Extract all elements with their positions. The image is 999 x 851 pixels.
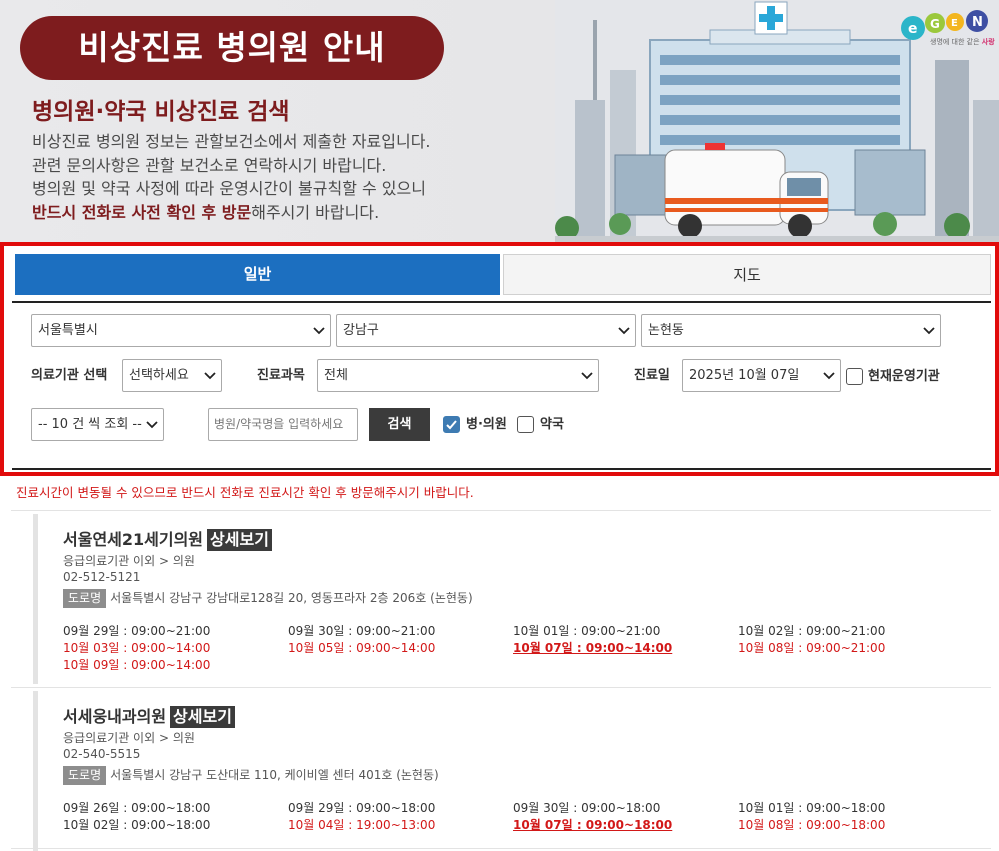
banner: 비상진료 병의원 안내 병의원·약국 비상진료 검색 비상진료 병의원 정보는 …: [0, 0, 999, 242]
detail-button[interactable]: 상세보기: [170, 706, 235, 728]
check-icon: [446, 420, 457, 430]
pharmacy-checkbox-label: 약국: [540, 417, 564, 432]
result-phone: 02-512-5121: [63, 570, 141, 584]
sigungu-select-value: 강남구: [343, 323, 379, 338]
pharmacy-checkbox[interactable]: [517, 416, 534, 433]
result-name: 서세웅내과의원 상세보기: [63, 703, 235, 728]
banner-desc-rest: 해주시기 바랍니다.: [251, 202, 380, 222]
banner-description: 비상진료 병의원 정보는 관할보건소에서 제출한 자료입니다. 관련 문의사항은…: [32, 130, 431, 224]
schedule-entry: 10월 02일 : 09:00~18:00: [63, 818, 211, 832]
schedule-entry: 10월 05일 : 09:00~14:00: [288, 641, 436, 655]
hospital-checkbox[interactable]: [443, 416, 460, 433]
chevron-down-icon: [923, 315, 935, 347]
department-select-value: 전체: [324, 368, 348, 383]
schedule-entry: 09월 30일 : 09:00~21:00: [288, 624, 436, 638]
schedule-entry: 10월 01일 : 09:00~18:00: [738, 801, 886, 815]
schedule-entry: 10월 07일 : 09:00~14:00: [513, 641, 673, 655]
date-select-value: 2025년 10월 07일: [689, 368, 800, 383]
chevron-down-icon: [618, 315, 630, 347]
result-address-text: 서울특별시 강남구 강남대로128길 20, 영동프라자 2층 206호 (논현…: [110, 591, 473, 605]
result-name-text: 서세웅내과의원: [63, 707, 167, 726]
name-search-input[interactable]: 병원/약국명을 입력하세요: [208, 408, 358, 441]
chevron-down-icon: [204, 360, 216, 392]
road-badge: 도로명: [63, 766, 107, 785]
result-address: 도로명 서울특별시 강남구 강남대로128길 20, 영동프라자 2층 206호 …: [63, 589, 473, 608]
date-select[interactable]: 2025년 10월 07일: [682, 359, 841, 392]
svg-text:e: e: [908, 21, 918, 37]
schedule-entry: 10월 07일 : 09:00~18:00: [513, 818, 673, 832]
result-type: 응급의료기관 이외 > 의원: [63, 554, 195, 568]
logo-tagline-a: 생명에 대한 같은: [930, 38, 982, 46]
banner-subtitle: 병의원·약국 비상진료 검색: [32, 99, 290, 125]
tab-map[interactable]: 지도: [503, 254, 991, 295]
result-name-text: 서울연세21세기의원: [63, 530, 204, 549]
dong-select-value: 논현동: [648, 323, 684, 338]
banner-desc-line: 관련 문의사항은 관할 보건소로 연락하시기 바랍니다.: [32, 155, 387, 175]
schedule-entry: 10월 09일 : 09:00~14:00: [63, 658, 211, 672]
hospital-checkbox-label: 병·의원: [466, 417, 507, 432]
result-address: 도로명 서울특별시 강남구 도산대로 110, 케이비엘 센터 401호 (논현동…: [63, 766, 439, 785]
institution-label: 의료기관 선택: [31, 368, 108, 383]
logo-tagline-b: 사랑: [981, 38, 995, 46]
search-panel: 일반 지도 서울특별시 강남구 논현동 의료기관 선택 선택하세요 진료과목 전…: [0, 242, 999, 476]
open-now-checkbox[interactable]: [846, 368, 863, 385]
banner-desc-line: 병의원 및 약국 사정에 따라 운영시간이 불규칙할 수 있으니: [32, 179, 426, 198]
department-label: 진료과목: [257, 368, 305, 383]
detail-button[interactable]: 상세보기: [207, 529, 272, 551]
banner-desc-strong: 반드시 전화로 사전 확인 후 방문: [32, 202, 252, 222]
tab-general[interactable]: 일반: [15, 254, 500, 295]
schedule-entry: 09월 30일 : 09:00~18:00: [513, 801, 661, 815]
chevron-down-icon: [313, 315, 325, 347]
institution-select[interactable]: 선택하세요: [122, 359, 222, 392]
result-item: 서울연세21세기의원 상세보기 응급의료기관 이외 > 의원 02-512-512…: [33, 514, 988, 684]
svg-text:E: E: [951, 18, 958, 29]
chevron-down-icon: [823, 360, 835, 392]
date-label: 진료일: [634, 368, 670, 383]
department-select[interactable]: 전체: [317, 359, 599, 392]
sido-select-value: 서울특별시: [38, 323, 98, 338]
page-size-select-value: -- 10 건 씩 조회 --: [38, 417, 142, 432]
sigungu-select[interactable]: 강남구: [336, 314, 636, 347]
result-separator: [11, 848, 991, 849]
search-button[interactable]: 검색: [369, 408, 430, 441]
dong-select[interactable]: 논현동: [641, 314, 941, 347]
schedule-entry: 10월 04일 : 19:00~13:00: [288, 818, 436, 832]
sido-select[interactable]: 서울특별시: [31, 314, 331, 347]
result-name: 서울연세21세기의원 상세보기: [63, 526, 272, 551]
result-separator: [11, 510, 991, 511]
result-address-text: 서울특별시 강남구 도산대로 110, 케이비엘 센터 401호 (논현동): [110, 768, 439, 782]
schedule-entry: 09월 29일 : 09:00~21:00: [63, 624, 211, 638]
result-type: 응급의료기관 이외 > 의원: [63, 731, 195, 745]
schedule-entry: 10월 02일 : 09:00~21:00: [738, 624, 886, 638]
chevron-down-icon: [146, 409, 158, 441]
chevron-down-icon: [581, 360, 593, 392]
schedule-entry: 10월 08일 : 09:00~18:00: [738, 818, 886, 832]
svg-text:G: G: [930, 17, 940, 31]
result-separator: [11, 687, 991, 688]
page-size-select[interactable]: -- 10 건 씩 조회 --: [31, 408, 164, 441]
tab-divider: [12, 301, 991, 303]
schedule-entry: 09월 29일 : 09:00~18:00: [288, 801, 436, 815]
schedule-entry: 10월 03일 : 09:00~14:00: [63, 641, 211, 655]
notice-text: 진료시간이 변동될 수 있으므로 반드시 전화로 진료시간 확인 후 방문해주시…: [16, 485, 474, 500]
schedule-entry: 10월 01일 : 09:00~21:00: [513, 624, 661, 638]
banner-desc-line: 비상진료 병의원 정보는 관할보건소에서 제출한 자료입니다.: [32, 132, 431, 151]
institution-select-value: 선택하세요: [129, 368, 189, 383]
schedule-entry: 09월 26일 : 09:00~18:00: [63, 801, 211, 815]
banner-title: 비상진료 병의원 안내: [20, 16, 444, 80]
open-now-label: 현재운영기관: [868, 369, 940, 384]
schedule-entry: 10월 08일 : 09:00~21:00: [738, 641, 886, 655]
road-badge: 도로명: [63, 589, 107, 608]
banner-desc-line: 반드시 전화로 사전 확인 후 방문해주시기 바랍니다.: [32, 201, 431, 225]
result-phone: 02-540-5515: [63, 747, 141, 761]
svg-text:N: N: [972, 15, 983, 30]
panel-divider: [12, 468, 991, 470]
result-item: 서세웅내과의원 상세보기 응급의료기관 이외 > 의원 02-540-5515 도…: [33, 691, 988, 851]
logo-tagline: 생명에 대한 같은 사랑: [930, 37, 995, 47]
